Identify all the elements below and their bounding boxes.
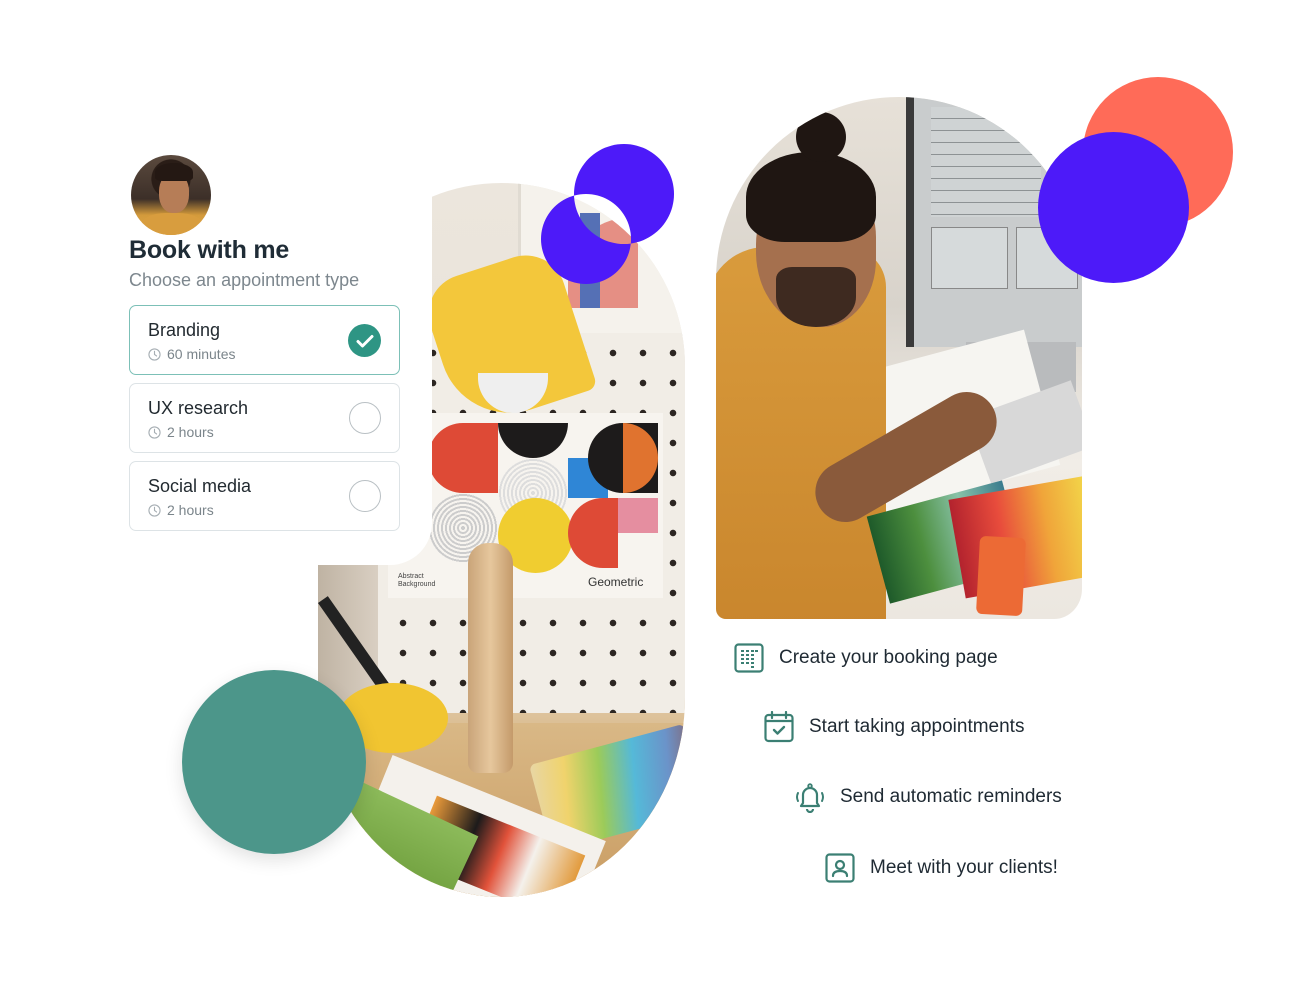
- feature-label: Start taking appointments: [809, 716, 1025, 737]
- poster-subcaption-line: Abstract: [398, 573, 424, 580]
- option-label: Branding: [148, 320, 221, 340]
- selected-check-icon[interactable]: [348, 324, 381, 357]
- booking-subtitle: Choose an appointment type: [129, 270, 360, 290]
- option-label: UX research: [148, 398, 249, 418]
- bell-icon: [794, 781, 826, 813]
- calendar-check-icon: [763, 711, 795, 743]
- duration-text: 2 hours: [167, 502, 214, 518]
- poster-subcaption: Abstract Background: [398, 573, 435, 589]
- clock-icon: [148, 425, 161, 439]
- booking-title: Book with me: [129, 236, 290, 264]
- clock-icon: [148, 347, 161, 361]
- avatar-shirt: [141, 213, 203, 235]
- person-hair: [746, 152, 876, 242]
- monitor-wireframe-list: [931, 107, 1041, 217]
- feature-item: Create your booking page: [733, 642, 998, 674]
- avatar-hair: [155, 163, 193, 181]
- poster-caption: Geometric: [588, 575, 644, 589]
- option-duration: 60 minutes: [148, 346, 235, 362]
- person-hair-bun: [796, 112, 846, 162]
- appointment-option-ux-research[interactable]: UX research 2 hours: [129, 383, 400, 453]
- option-duration: 2 hours: [148, 502, 214, 518]
- purple-circle-xor: [541, 144, 675, 284]
- appointment-option-social-media[interactable]: Social media 2 hours: [129, 461, 400, 531]
- radio-button[interactable]: [349, 480, 381, 512]
- feature-item: Meet with your clients!: [824, 852, 1058, 884]
- duration-text: 60 minutes: [167, 346, 236, 362]
- feature-item: Send automatic reminders: [794, 781, 1062, 813]
- option-duration: 2 hours: [148, 424, 214, 440]
- purple-circle: [1038, 132, 1189, 283]
- feature-label: Meet with your clients!: [870, 857, 1058, 878]
- feature-item: Start taking appointments: [763, 711, 1024, 743]
- clock-icon: [148, 503, 161, 517]
- feature-label: Create your booking page: [779, 647, 998, 668]
- booking-page-icon: [733, 642, 765, 674]
- user-portrait-icon: [824, 852, 856, 884]
- monitor-wireframe-card: [931, 227, 1008, 289]
- radio-button[interactable]: [349, 402, 381, 434]
- designer-photo-right: [716, 97, 1082, 619]
- teal-circle: [182, 670, 366, 854]
- appointment-option-branding[interactable]: Branding 60 minutes: [129, 305, 400, 375]
- wooden-hand-model: [468, 543, 513, 773]
- option-label: Social media: [148, 476, 252, 496]
- orange-phone: [975, 535, 1027, 617]
- feature-label: Send automatic reminders: [840, 786, 1062, 807]
- duration-text: 2 hours: [167, 424, 214, 440]
- avatar: [131, 155, 211, 235]
- purple-overlapping-circles: [541, 144, 675, 284]
- poster-subcaption-line: Background: [398, 581, 436, 588]
- checkmark-icon: [356, 334, 373, 347]
- person-beard: [776, 267, 856, 327]
